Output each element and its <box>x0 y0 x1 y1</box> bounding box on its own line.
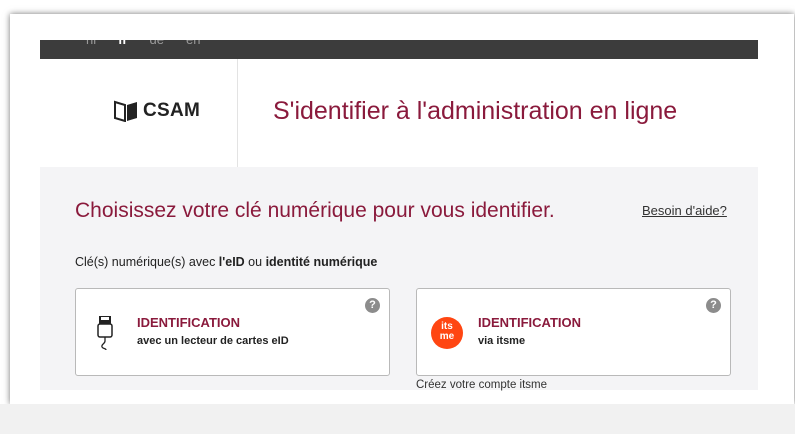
page-title: S'identifier à l'administration en ligne <box>273 97 678 125</box>
subtitle-eid: l'eID <box>218 255 245 269</box>
create-itsme-account-link[interactable]: Créez votre compte itsme <box>416 379 547 391</box>
subtitle-prefix: Clé(s) numérique(s) avec <box>75 255 219 269</box>
digital-key-subtitle: Clé(s) numérique(s) avec l'eID ou identi… <box>75 255 377 269</box>
card-subtitle: avec un lecteur de cartes eID <box>137 335 289 347</box>
lang-en[interactable]: en <box>186 40 200 47</box>
logo-text: CSAM <box>143 100 201 121</box>
help-icon[interactable]: ? <box>365 298 380 313</box>
card-subtitle: via itsme <box>478 335 526 347</box>
lang-nl[interactable]: nl <box>86 40 96 47</box>
card-title: IDENTIFICATION <box>137 315 241 330</box>
card-title: IDENTIFICATION <box>478 315 582 330</box>
bottom-strip <box>0 404 795 434</box>
help-link[interactable]: Besoin d'aide? <box>642 203 727 218</box>
subtitle-middle: ou <box>244 255 266 269</box>
language-list: nl fr de en <box>86 40 200 47</box>
eid-card-reader-option[interactable]: ? IDENTIFICATION avec un lecteur de cart… <box>75 288 390 376</box>
lang-de[interactable]: de <box>150 40 164 47</box>
help-icon[interactable]: ? <box>706 298 721 313</box>
itsme-logo-line2: me <box>439 331 455 342</box>
logo-container: CSAM <box>40 59 238 167</box>
choose-key-heading: Choisissez votre clé numérique pour vous… <box>75 199 555 222</box>
page-header: CSAM S'identifier à l'administration en … <box>40 59 758 168</box>
subtitle-digital-identity: identité numérique <box>265 255 378 269</box>
csam-logo[interactable]: CSAM <box>114 100 200 122</box>
itsme-option[interactable]: its me ? IDENTIFICATION via itsme <box>416 288 731 376</box>
csam-logo-icon <box>114 100 137 122</box>
language-bar: nl fr de en <box>40 40 758 59</box>
itsme-logo-icon: its me <box>431 317 463 349</box>
card-reader-icon <box>97 316 113 351</box>
lang-fr[interactable]: fr <box>118 40 127 47</box>
main-content: Choisissez votre clé numérique pour vous… <box>40 167 758 391</box>
